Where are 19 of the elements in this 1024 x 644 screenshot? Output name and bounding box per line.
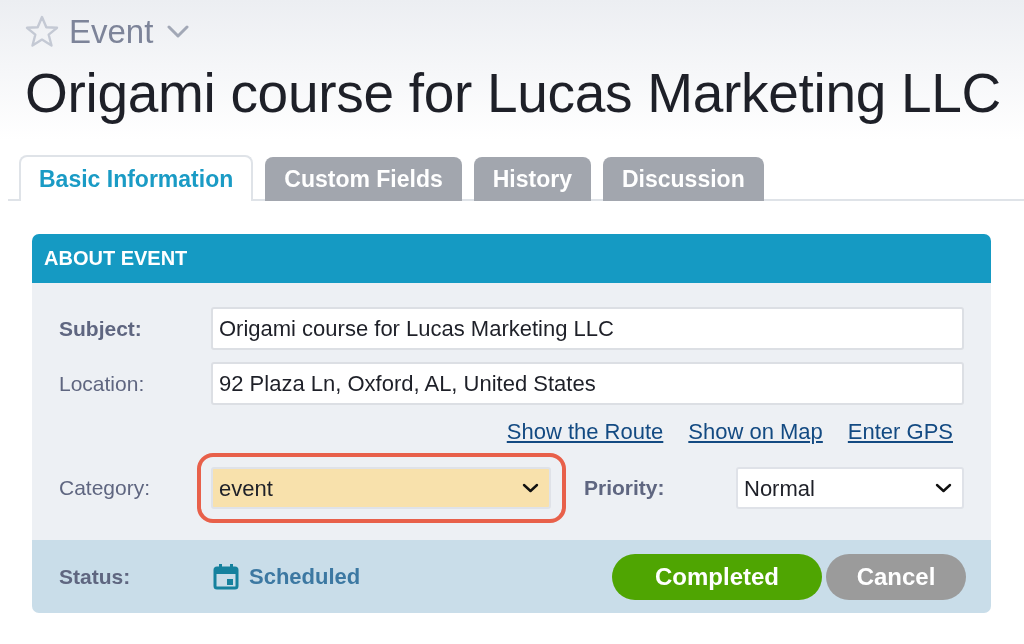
text-link[interactable]: Show on Map bbox=[688, 415, 823, 448]
status-label: Status: bbox=[59, 563, 132, 590]
panel-header: ABOUT EVENT bbox=[32, 234, 991, 283]
status-value: Scheduled bbox=[249, 563, 361, 591]
text-field[interactable]: 92 Plaza Ln, Oxford, AL, United States bbox=[211, 362, 964, 405]
field-label: Priority: bbox=[584, 475, 666, 502]
chevron-down-icon[interactable] bbox=[167, 24, 190, 38]
chevron-down-icon bbox=[522, 483, 539, 493]
text-field[interactable]: Origami course for Lucas Marketing LLC bbox=[211, 307, 964, 350]
field-label: Subject: bbox=[59, 315, 143, 342]
text-link[interactable]: Show the Route bbox=[506, 415, 664, 448]
chevron-down-icon bbox=[935, 483, 952, 493]
star-icon[interactable] bbox=[25, 14, 59, 48]
dropdown-select[interactable]: Normal bbox=[736, 467, 964, 509]
field-label: Location: bbox=[59, 370, 146, 397]
field-label: Category: bbox=[59, 475, 152, 502]
calendar-icon bbox=[213, 563, 239, 590]
dropdown-select[interactable]: event bbox=[211, 467, 551, 509]
text-link[interactable]: Enter GPS bbox=[847, 415, 953, 448]
